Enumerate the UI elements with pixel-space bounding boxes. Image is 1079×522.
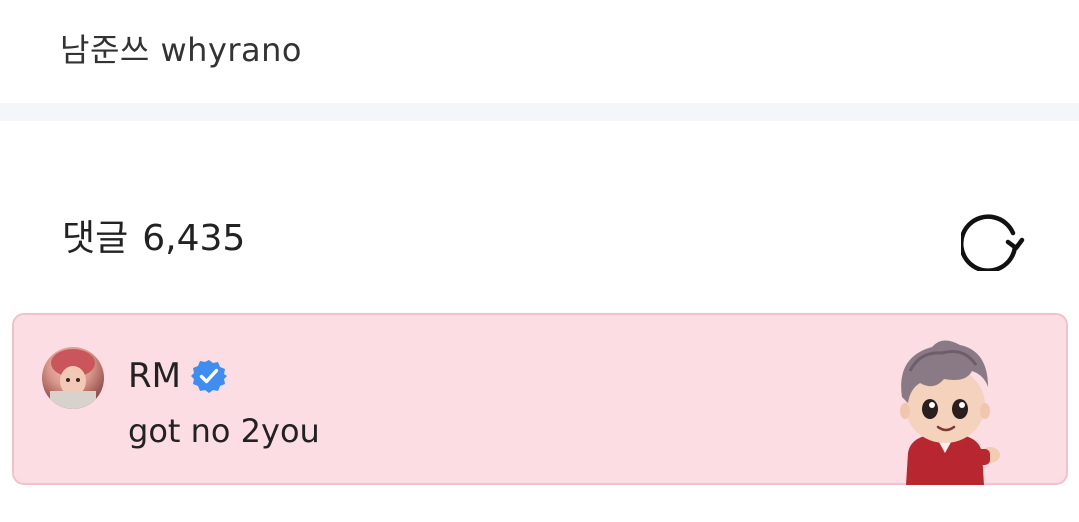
comments-count: 6,435: [142, 218, 246, 259]
tinytan-rm-sticker: [880, 331, 1010, 485]
verified-badge-icon: [190, 358, 227, 394]
avatar[interactable]: [42, 347, 104, 409]
refresh-icon: [961, 214, 1025, 271]
author-name[interactable]: RM: [128, 355, 181, 397]
previous-comment-row: 남준쓰 whyrano: [0, 0, 1079, 103]
comment-text: got no 2you: [128, 412, 320, 450]
comments-title: 댓글 6,435: [62, 216, 245, 262]
pinned-comment-card[interactable]: RM got no 2you: [12, 313, 1068, 485]
refresh-button[interactable]: [960, 206, 1026, 272]
previous-comment-text: 남준쓰 whyrano: [60, 31, 303, 69]
comments-header: 댓글 6,435: [0, 121, 1079, 311]
section-divider: [0, 103, 1079, 121]
comments-label: 댓글: [62, 218, 129, 259]
author-row: RM: [128, 355, 227, 397]
